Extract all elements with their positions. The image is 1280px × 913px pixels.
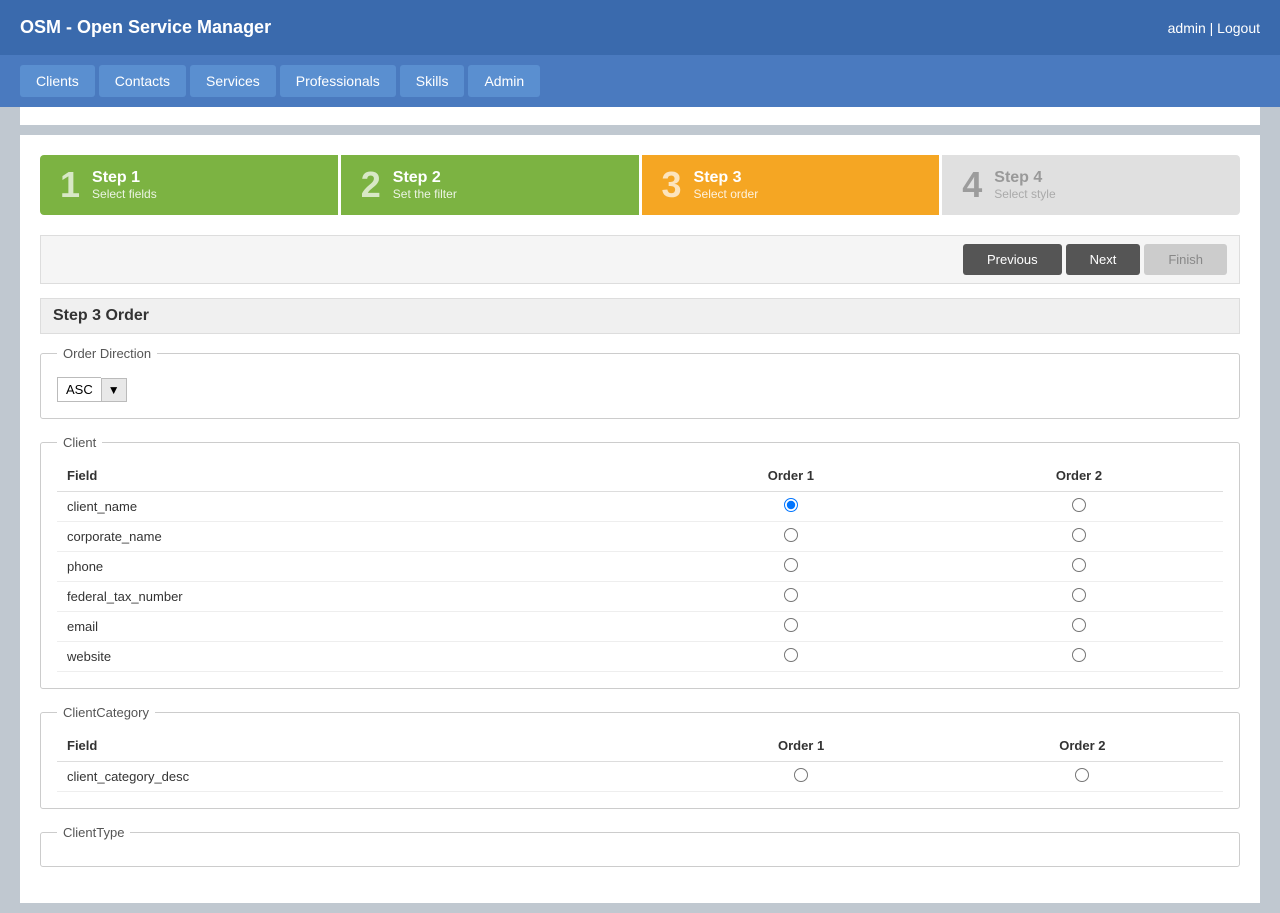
nav-services[interactable]: Services: [190, 65, 276, 97]
client-type-legend: ClientType: [57, 825, 130, 840]
client-order1-radio-cell[interactable]: [647, 582, 935, 612]
client-order2-radio-cell[interactable]: [935, 492, 1223, 522]
step-3-title: Step 3: [694, 169, 759, 187]
client-order2-radio[interactable]: [1072, 498, 1086, 512]
navigation: Clients Contacts Services Professionals …: [0, 55, 1280, 107]
client-order1-radio-cell[interactable]: [647, 522, 935, 552]
client-table: Field Order 1 Order 2 client_name corpor…: [57, 460, 1223, 672]
steps-container: 1 Step 1 Select fields 2 Step 2 Set the …: [40, 155, 1240, 215]
client-table-row: email: [57, 612, 1223, 642]
cat-order1-radio[interactable]: [794, 768, 808, 782]
client-field-name: phone: [57, 552, 647, 582]
client-field-name: federal_tax_number: [57, 582, 647, 612]
client-table-row: corporate_name: [57, 522, 1223, 552]
cat-table-row: client_category_desc: [57, 762, 1223, 792]
client-col-order2: Order 2: [935, 460, 1223, 492]
cat-order2-radio-cell[interactable]: [942, 762, 1223, 792]
client-legend: Client: [57, 435, 102, 450]
asc-value: ASC: [57, 377, 101, 402]
client-order2-radio[interactable]: [1072, 648, 1086, 662]
direction-select: ASC ▼: [57, 377, 1223, 402]
cat-field-name: client_category_desc: [57, 762, 660, 792]
toolbar: Previous Next Finish: [40, 235, 1240, 284]
client-order2-radio-cell[interactable]: [935, 642, 1223, 672]
next-button[interactable]: Next: [1066, 244, 1141, 275]
divider-bar: [20, 107, 1260, 125]
client-order2-radio[interactable]: [1072, 528, 1086, 542]
cat-col-order2: Order 2: [942, 730, 1223, 762]
client-table-row: phone: [57, 552, 1223, 582]
client-field-name: corporate_name: [57, 522, 647, 552]
client-col-order1: Order 1: [647, 460, 935, 492]
step-4-title: Step 4: [994, 169, 1055, 187]
asc-dropdown-arrow[interactable]: ▼: [101, 378, 127, 402]
step-1-title: Step 1: [92, 169, 157, 187]
step-3[interactable]: 3 Step 3 Select order: [642, 155, 940, 215]
step-1-number: 1: [60, 167, 80, 203]
client-table-row: website: [57, 642, 1223, 672]
main-content: 1 Step 1 Select fields 2 Step 2 Set the …: [20, 135, 1260, 903]
step-2-subtitle: Set the filter: [393, 187, 457, 201]
client-col-field: Field: [57, 460, 647, 492]
client-category-legend: ClientCategory: [57, 705, 155, 720]
client-order2-radio[interactable]: [1072, 588, 1086, 602]
step-1-subtitle: Select fields: [92, 187, 157, 201]
client-type-fieldset: ClientType: [40, 825, 1240, 867]
client-order2-radio[interactable]: [1072, 618, 1086, 632]
client-order2-radio[interactable]: [1072, 558, 1086, 572]
client-order1-radio-cell[interactable]: [647, 642, 935, 672]
cat-col-field: Field: [57, 730, 660, 762]
client-order2-radio-cell[interactable]: [935, 582, 1223, 612]
step-3-subtitle: Select order: [694, 187, 759, 201]
section-title: Step 3 Order: [40, 298, 1240, 334]
step-2-title: Step 2: [393, 169, 457, 187]
client-order2-radio-cell[interactable]: [935, 612, 1223, 642]
header: OSM - Open Service Manager admin | Logou…: [0, 0, 1280, 55]
nav-admin[interactable]: Admin: [468, 65, 540, 97]
order-direction-fieldset: Order Direction ASC ▼: [40, 346, 1240, 419]
client-table-row: client_name: [57, 492, 1223, 522]
client-category-table: Field Order 1 Order 2 client_category_de…: [57, 730, 1223, 792]
client-order1-radio[interactable]: [784, 588, 798, 602]
finish-button: Finish: [1144, 244, 1227, 275]
client-order1-radio-cell[interactable]: [647, 612, 935, 642]
client-field-name: email: [57, 612, 647, 642]
client-category-fieldset: ClientCategory Field Order 1 Order 2 cli…: [40, 705, 1240, 809]
step-4-number: 4: [962, 167, 982, 203]
step-2[interactable]: 2 Step 2 Set the filter: [341, 155, 639, 215]
client-order1-radio-cell[interactable]: [647, 492, 935, 522]
client-field-name: client_name: [57, 492, 647, 522]
step-1[interactable]: 1 Step 1 Select fields: [40, 155, 338, 215]
nav-contacts[interactable]: Contacts: [99, 65, 186, 97]
client-order1-radio[interactable]: [784, 618, 798, 632]
step-4-subtitle: Select style: [994, 187, 1055, 201]
app-title: OSM - Open Service Manager: [20, 17, 271, 38]
client-order2-radio-cell[interactable]: [935, 552, 1223, 582]
order-direction-legend: Order Direction: [57, 346, 157, 361]
client-field-name: website: [57, 642, 647, 672]
nav-skills[interactable]: Skills: [400, 65, 465, 97]
cat-order1-radio-cell[interactable]: [660, 762, 941, 792]
previous-button[interactable]: Previous: [963, 244, 1062, 275]
user-info: admin | Logout: [1168, 20, 1260, 36]
step-3-number: 3: [662, 167, 682, 203]
nav-professionals[interactable]: Professionals: [280, 65, 396, 97]
cat-order2-radio[interactable]: [1075, 768, 1089, 782]
client-order1-radio[interactable]: [784, 648, 798, 662]
nav-clients[interactable]: Clients: [20, 65, 95, 97]
client-table-row: federal_tax_number: [57, 582, 1223, 612]
client-fieldset: Client Field Order 1 Order 2 client_name…: [40, 435, 1240, 689]
step-4: 4 Step 4 Select style: [942, 155, 1240, 215]
client-order1-radio[interactable]: [784, 558, 798, 572]
step-2-number: 2: [361, 167, 381, 203]
client-order1-radio-cell[interactable]: [647, 552, 935, 582]
client-order1-radio[interactable]: [784, 498, 798, 512]
client-order1-radio[interactable]: [784, 528, 798, 542]
cat-col-order1: Order 1: [660, 730, 941, 762]
client-order2-radio-cell[interactable]: [935, 522, 1223, 552]
